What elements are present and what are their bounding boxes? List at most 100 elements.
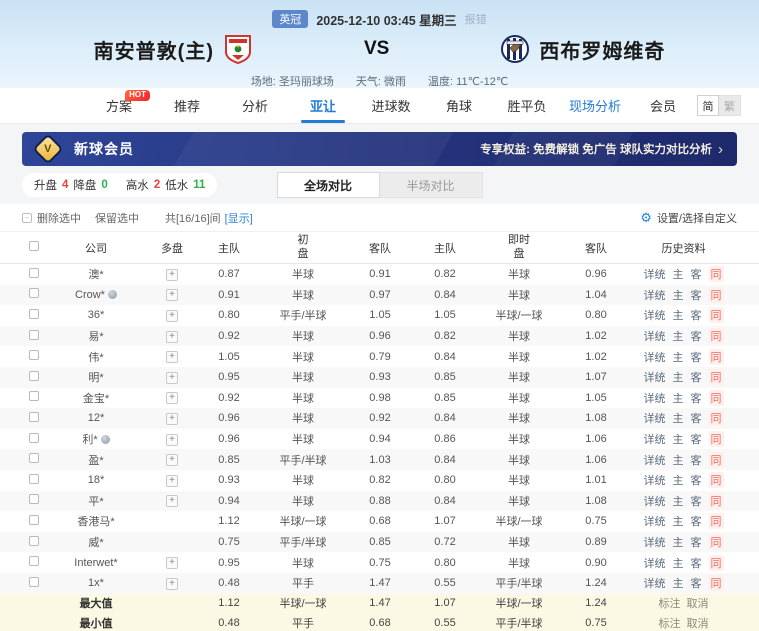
detail-stats-link[interactable]: 详统 — [644, 472, 666, 488]
same-odds-link[interactable]: 同 — [709, 493, 724, 509]
home-history-link[interactable]: 主 — [673, 431, 684, 447]
row-checkbox[interactable] — [29, 350, 39, 360]
away-history-link[interactable]: 客 — [691, 390, 702, 406]
same-odds-link[interactable]: 同 — [709, 513, 724, 529]
company-cell[interactable]: 威* — [46, 534, 146, 550]
settings-control[interactable]: ⚙ 设置/选择自定义 — [640, 210, 737, 226]
delete-selected-link[interactable]: 删除选中 — [37, 210, 81, 226]
away-history-link[interactable]: 客 — [691, 266, 702, 282]
home-history-link[interactable]: 主 — [673, 472, 684, 488]
detail-stats-link[interactable]: 详统 — [644, 534, 666, 550]
home-history-link[interactable]: 主 — [673, 575, 684, 591]
row-checkbox[interactable] — [29, 494, 39, 504]
mark-link[interactable]: 标注 — [659, 595, 681, 611]
expand-plus-button[interactable]: + — [166, 310, 178, 322]
same-odds-link[interactable]: 同 — [709, 472, 724, 488]
same-odds-link[interactable]: 同 — [709, 390, 724, 406]
away-history-link[interactable]: 客 — [691, 513, 702, 529]
expand-plus-button[interactable]: + — [166, 475, 178, 487]
home-history-link[interactable]: 主 — [673, 287, 684, 303]
row-checkbox[interactable] — [29, 309, 39, 319]
detail-stats-link[interactable]: 详统 — [644, 555, 666, 571]
nav-item-方案[interactable]: 方案HOT — [85, 88, 153, 123]
nav-item-胜平负[interactable]: 胜平负 — [493, 88, 561, 123]
row-checkbox[interactable] — [29, 391, 39, 401]
detail-stats-link[interactable]: 详统 — [644, 307, 666, 323]
row-checkbox[interactable] — [29, 371, 39, 381]
detail-stats-link[interactable]: 详统 — [644, 575, 666, 591]
same-odds-link[interactable]: 同 — [709, 369, 724, 385]
home-history-link[interactable]: 主 — [673, 513, 684, 529]
company-cell[interactable]: 易* — [46, 328, 146, 344]
lang-simplified-button[interactable]: 简 — [697, 95, 719, 116]
expand-plus-button[interactable]: + — [166, 269, 178, 281]
away-history-link[interactable]: 客 — [691, 493, 702, 509]
away-history-link[interactable]: 客 — [691, 472, 702, 488]
row-checkbox[interactable] — [29, 330, 39, 340]
company-cell[interactable]: 平* — [46, 493, 146, 509]
expand-plus-button[interactable]: + — [166, 372, 178, 384]
nav-item-进球数[interactable]: 进球数 — [357, 88, 425, 123]
nav-item-推荐[interactable]: 推荐 — [153, 88, 221, 123]
nav-item-亚让[interactable]: 亚让 — [289, 88, 357, 123]
row-checkbox[interactable] — [29, 556, 39, 566]
expand-plus-button[interactable]: + — [166, 289, 178, 301]
home-history-link[interactable]: 主 — [673, 410, 684, 426]
expand-plus-button[interactable]: + — [166, 557, 178, 569]
same-odds-link[interactable]: 同 — [709, 410, 724, 426]
company-cell[interactable]: 明* — [46, 369, 146, 385]
company-cell[interactable]: 香港马* — [46, 513, 146, 529]
company-cell[interactable]: 利* — [46, 431, 146, 447]
company-cell[interactable]: 18* — [46, 474, 146, 486]
expand-plus-button[interactable]: + — [166, 434, 178, 446]
away-history-link[interactable]: 客 — [691, 431, 702, 447]
row-checkbox[interactable] — [29, 577, 39, 587]
banner-benefits-area[interactable]: 专享权益: 免费解锁 免广告 球队实力对比分析 › — [480, 141, 723, 157]
same-odds-link[interactable]: 同 — [709, 349, 724, 365]
company-cell[interactable]: Interwet* — [46, 557, 146, 569]
away-history-link[interactable]: 客 — [691, 328, 702, 344]
keep-selected-link[interactable]: 保留选中 — [95, 210, 139, 226]
nav-item-现场分析[interactable]: 现场分析 — [561, 88, 629, 123]
row-checkbox[interactable] — [29, 268, 39, 278]
same-odds-link[interactable]: 同 — [709, 266, 724, 282]
company-cell[interactable]: 12* — [46, 412, 146, 424]
lang-traditional-button[interactable]: 繁 — [719, 95, 741, 116]
home-history-link[interactable]: 主 — [673, 390, 684, 406]
expand-plus-button[interactable]: + — [166, 331, 178, 343]
league-badge[interactable]: 英冠 — [272, 10, 308, 28]
away-history-link[interactable]: 客 — [691, 307, 702, 323]
row-checkbox[interactable] — [29, 474, 39, 484]
expand-plus-button[interactable]: + — [166, 454, 178, 466]
detail-stats-link[interactable]: 详统 — [644, 287, 666, 303]
row-checkbox[interactable] — [29, 433, 39, 443]
company-cell[interactable]: Crow* — [46, 289, 146, 301]
same-odds-link[interactable]: 同 — [709, 555, 724, 571]
away-history-link[interactable]: 客 — [691, 452, 702, 468]
row-checkbox[interactable] — [29, 515, 39, 525]
detail-stats-link[interactable]: 详统 — [644, 369, 666, 385]
same-odds-link[interactable]: 同 — [709, 534, 724, 550]
row-checkbox[interactable] — [29, 453, 39, 463]
home-history-link[interactable]: 主 — [673, 328, 684, 344]
nav-item-会员[interactable]: 会员 — [629, 88, 697, 123]
row-checkbox[interactable] — [29, 536, 39, 546]
home-history-link[interactable]: 主 — [673, 369, 684, 385]
company-cell[interactable]: 伟* — [46, 349, 146, 365]
away-history-link[interactable]: 客 — [691, 369, 702, 385]
away-history-link[interactable]: 客 — [691, 575, 702, 591]
home-history-link[interactable]: 主 — [673, 349, 684, 365]
away-history-link[interactable]: 客 — [691, 410, 702, 426]
cancel-link[interactable]: 取消 — [687, 595, 709, 611]
detail-stats-link[interactable]: 详统 — [644, 390, 666, 406]
home-history-link[interactable]: 主 — [673, 555, 684, 571]
report-error-link[interactable]: 报错 — [465, 11, 487, 27]
company-cell[interactable]: 36* — [46, 309, 146, 321]
same-odds-link[interactable]: 同 — [709, 307, 724, 323]
expand-plus-button[interactable]: + — [166, 392, 178, 404]
detail-stats-link[interactable]: 详统 — [644, 349, 666, 365]
row-checkbox[interactable] — [29, 412, 39, 422]
row-checkbox[interactable] — [29, 288, 39, 298]
same-odds-link[interactable]: 同 — [709, 287, 724, 303]
company-cell[interactable]: 金宝* — [46, 390, 146, 406]
